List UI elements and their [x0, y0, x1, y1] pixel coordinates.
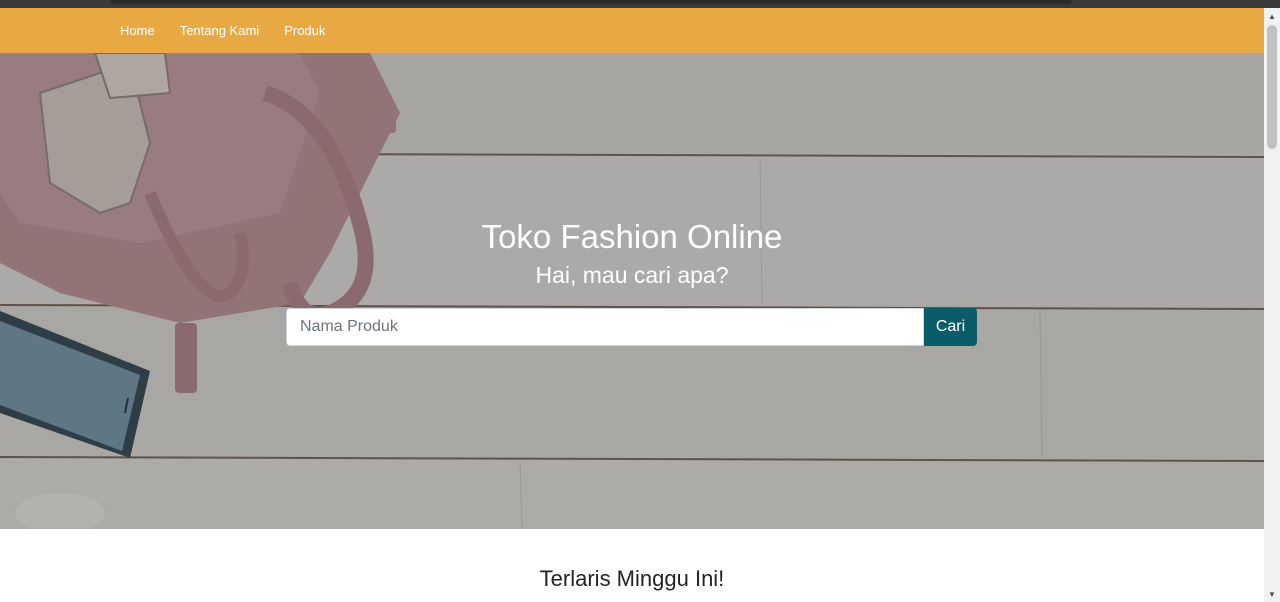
- page: Home Tentang Kami Produk Toko Fashion On…: [0, 0, 1280, 602]
- scroll-down-icon[interactable]: ▼: [1264, 586, 1280, 602]
- page-scrollbar[interactable]: ▲ ▼: [1264, 8, 1280, 602]
- nav-link-produk[interactable]: Produk: [284, 23, 325, 38]
- hero-title: Toko Fashion Online: [481, 218, 783, 255]
- search-input[interactable]: [286, 308, 924, 346]
- hero-banner: Toko Fashion Online Hai, mau cari apa? C…: [0, 53, 1264, 529]
- hero-subtitle: Hai, mau cari apa?: [535, 262, 729, 288]
- nav-link-tentang-kami[interactable]: Tentang Kami: [180, 23, 260, 38]
- scrollbar-thumb[interactable]: [1267, 25, 1277, 149]
- browser-top-strip: [0, 0, 1280, 8]
- scroll-up-icon[interactable]: ▲: [1264, 8, 1280, 24]
- search-button[interactable]: Cari: [924, 308, 977, 346]
- nav-links: Home Tentang Kami Produk: [120, 23, 350, 38]
- section-title-bestsellers: Terlaris Minggu Ini!: [539, 566, 725, 591]
- navbar: Home Tentang Kami Produk: [0, 8, 1264, 53]
- search-form: Cari: [286, 308, 977, 346]
- nav-link-home[interactable]: Home: [120, 23, 155, 38]
- hero-content: Toko Fashion Online Hai, mau cari apa? C…: [0, 53, 1264, 529]
